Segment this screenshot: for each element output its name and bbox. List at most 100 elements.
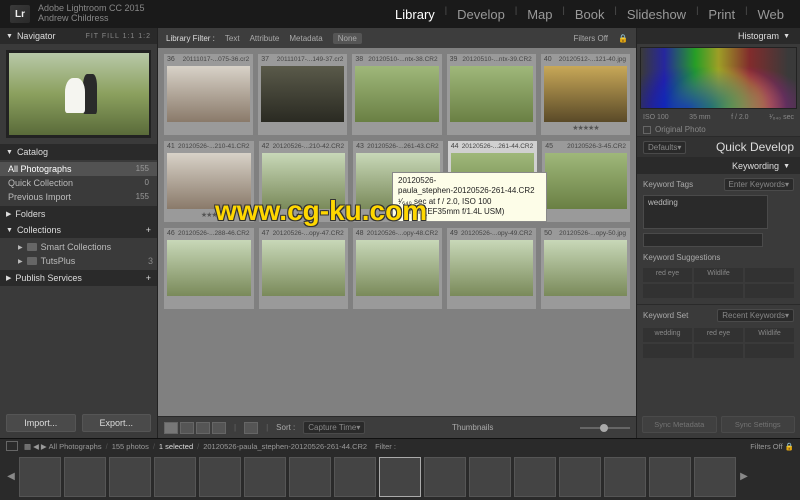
original-photo-toggle[interactable]: Original Photo — [637, 123, 800, 136]
sync-settings-button[interactable]: Sync Settings — [721, 416, 796, 433]
quick-develop-label[interactable]: Quick Develop — [716, 140, 794, 154]
catalog-item-all[interactable]: All Photographs 155 — [0, 162, 157, 176]
plus-icon[interactable]: + — [146, 273, 151, 283]
filmstrip-thumb[interactable] — [694, 457, 736, 497]
cell-rating[interactable] — [166, 297, 252, 307]
cell-thumbnail[interactable] — [167, 153, 251, 209]
grid-cell[interactable]: 3920120510-...ntx-39.CR2 — [447, 54, 536, 135]
cell-rating[interactable]: ★★★ — [261, 210, 347, 220]
grid-cell[interactable]: 4620120526-...288-46.CR2 — [164, 228, 254, 309]
filmstrip-thumb[interactable] — [379, 457, 421, 497]
plus-icon[interactable]: + — [146, 225, 151, 235]
cell-thumbnail[interactable] — [544, 66, 627, 122]
filmstrip-thumb[interactable] — [469, 457, 511, 497]
grid-cell[interactable]: 3720111017-...149-37.cr2 — [258, 54, 347, 135]
cell-rating[interactable] — [449, 297, 534, 307]
grid-cell[interactable]: 4120120526-...210-41.CR2★★★ — [164, 141, 254, 222]
cell-thumbnail[interactable] — [167, 66, 250, 122]
cell-rating[interactable] — [166, 123, 251, 133]
lock-icon[interactable]: 🔒 — [785, 442, 794, 451]
cell-thumbnail[interactable] — [262, 153, 346, 209]
navigator-header[interactable]: ▼ Navigator FIT FILL 1:1 1:2 — [0, 28, 157, 44]
filmstrip-thumb[interactable] — [289, 457, 331, 497]
keyword-set-item[interactable]: wedding — [643, 328, 692, 342]
filmstrip-thumb[interactable] — [64, 457, 106, 497]
cell-thumbnail[interactable] — [544, 240, 627, 296]
filter-none[interactable]: None — [333, 33, 362, 44]
filmstrip-thumb[interactable] — [19, 457, 61, 497]
filmstrip-source[interactable]: All Photographs — [49, 442, 102, 451]
grid-cell[interactable]: 4020120512-...121-40.jpg★★★★★ — [541, 54, 630, 135]
grid-cell[interactable]: 4820120526-...opy-48.CR2 — [353, 228, 442, 309]
back-icon[interactable]: ◀ — [33, 442, 39, 451]
grid-icon[interactable]: ▦ — [24, 442, 31, 451]
cell-thumbnail[interactable] — [167, 240, 251, 296]
keywording-header[interactable]: Keywording ▼ — [637, 158, 800, 174]
filmstrip-filters-off[interactable]: Filters Off — [750, 442, 782, 451]
keywords-input[interactable] — [643, 195, 768, 229]
forward-icon[interactable]: ▶ — [41, 442, 47, 451]
keyword-set-item[interactable] — [643, 344, 692, 358]
collection-tutsplus[interactable]: ▶ TutsPlus 3 — [14, 254, 157, 268]
grid-cell[interactable]: 4720120526-...opy-47.CR2 — [259, 228, 348, 309]
checkbox-icon[interactable] — [643, 126, 651, 134]
navigator-zoom-controls[interactable]: FIT FILL 1:1 1:2 — [86, 33, 151, 40]
collection-smart[interactable]: ▶ Smart Collections — [14, 240, 157, 254]
grid-cell[interactable]: 4920120526-...opy-49.CR2 — [447, 228, 536, 309]
filmstrip-thumb[interactable] — [334, 457, 376, 497]
filmstrip-thumb[interactable] — [199, 457, 241, 497]
filmstrip-thumb[interactable] — [514, 457, 556, 497]
lock-icon[interactable]: 🔒 — [618, 34, 628, 43]
folders-header[interactable]: ▶ Folders — [0, 206, 157, 222]
grid-cell[interactable]: 4220120526-...210-42.CR2★★★ — [259, 141, 349, 222]
grid-cell[interactable]: 3820120510-...ntx-38.CR2 — [352, 54, 441, 135]
module-library[interactable]: Library — [389, 5, 441, 24]
cell-rating[interactable] — [355, 297, 440, 307]
sync-metadata-button[interactable]: Sync Metadata — [642, 416, 717, 433]
filmstrip-thumb[interactable] — [244, 457, 286, 497]
keyword-suggestion[interactable] — [745, 268, 794, 282]
filmstrip-thumb[interactable] — [649, 457, 691, 497]
filmstrip-next[interactable]: ▶ — [739, 471, 749, 482]
survey-view-icon[interactable] — [212, 422, 226, 434]
keyword-set-item[interactable]: Wildlife — [745, 328, 794, 342]
import-button[interactable]: Import... — [6, 414, 76, 432]
loupe-view-icon[interactable] — [180, 422, 194, 434]
keyword-suggestion[interactable]: red eye — [643, 268, 692, 282]
cell-thumbnail[interactable] — [450, 240, 533, 296]
cell-rating[interactable] — [449, 123, 534, 133]
cell-thumbnail[interactable] — [545, 153, 627, 209]
catalog-header[interactable]: ▼ Catalog — [0, 144, 157, 160]
second-window-icon[interactable] — [6, 441, 18, 451]
module-web[interactable]: Web — [752, 5, 791, 24]
keyword-add-input[interactable] — [643, 233, 763, 247]
cell-rating[interactable]: ★★★★★ — [543, 123, 628, 133]
cell-thumbnail[interactable] — [261, 66, 344, 122]
filters-off-label[interactable]: Filters Off — [574, 34, 609, 43]
grid-cell[interactable]: 4520120526-3-45.CR2 — [542, 141, 630, 222]
keyword-suggestion[interactable] — [694, 284, 743, 298]
export-button[interactable]: Export... — [82, 414, 152, 432]
module-develop[interactable]: Develop — [451, 5, 511, 24]
filter-attribute[interactable]: Attribute — [250, 34, 280, 43]
grid-view-icon[interactable] — [164, 422, 178, 434]
module-slideshow[interactable]: Slideshow — [621, 5, 692, 24]
cell-rating[interactable]: ★★★ — [166, 210, 252, 220]
filter-metadata[interactable]: Metadata — [289, 34, 322, 43]
module-print[interactable]: Print — [702, 5, 741, 24]
defaults-select[interactable]: Defaults▾ — [643, 141, 686, 154]
catalog-item-previous[interactable]: Previous Import 155 — [0, 190, 157, 204]
filmstrip-thumb[interactable] — [109, 457, 151, 497]
histogram[interactable] — [640, 47, 797, 109]
cell-rating[interactable] — [261, 297, 346, 307]
filmstrip-thumb[interactable] — [559, 457, 601, 497]
cell-rating[interactable] — [544, 210, 628, 220]
cell-thumbnail[interactable] — [450, 66, 533, 122]
cell-thumbnail[interactable] — [356, 240, 439, 296]
module-book[interactable]: Book — [569, 5, 611, 24]
thumbnail-size-slider[interactable] — [580, 427, 630, 429]
keyword-suggestion[interactable] — [745, 284, 794, 298]
painter-icon[interactable] — [244, 422, 258, 434]
keyword-set-item[interactable] — [694, 344, 743, 358]
cell-rating[interactable] — [260, 123, 345, 133]
